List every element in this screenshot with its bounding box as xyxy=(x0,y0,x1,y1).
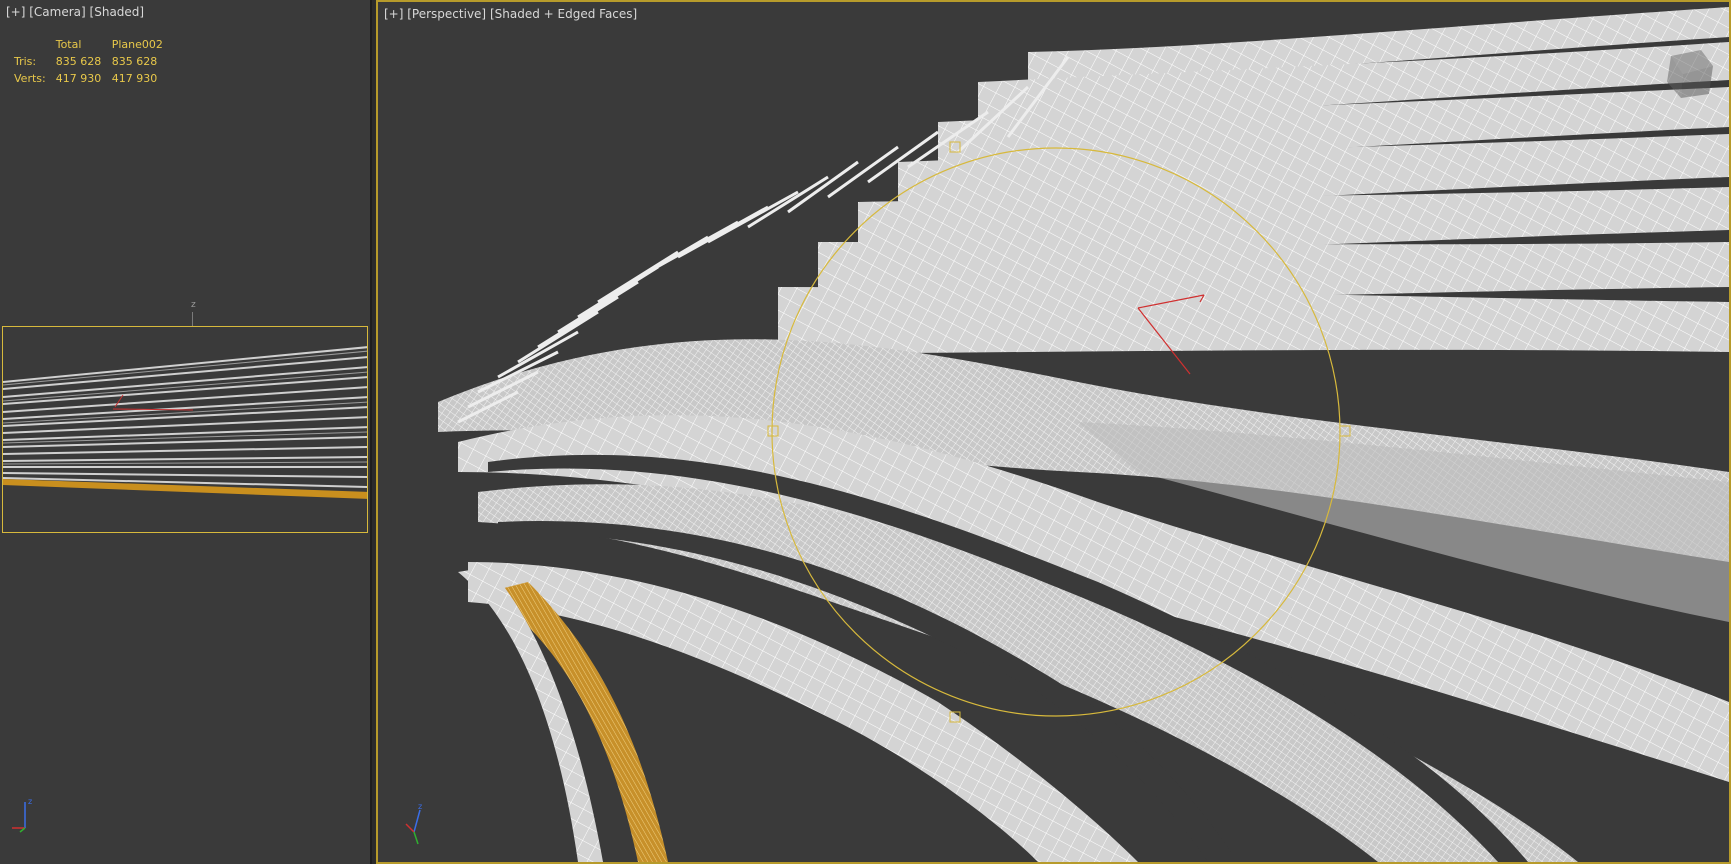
viewport-view-menu[interactable]: [Camera] xyxy=(29,5,85,19)
stats-verts-object: 417 930 xyxy=(111,72,158,85)
camera-z-axis-label: z xyxy=(191,300,196,310)
mesh-ribbons-upper xyxy=(778,7,1729,354)
viewport-menu-plus[interactable]: [+] xyxy=(6,5,25,19)
camera-viewport[interactable]: [+] [Camera] [Shaded] Total Plane002 Tri… xyxy=(0,0,372,864)
stats-verts-label: Verts: xyxy=(14,72,46,85)
perspective-viewport-label: [+] [Perspective] [Shaded + Edged Faces] xyxy=(384,7,637,21)
stats-header-blank xyxy=(14,36,56,53)
stats-tris-label: Tris: xyxy=(14,55,37,68)
perspective-viewport[interactable]: [+] [Perspective] [Shaded + Edged Faces]… xyxy=(376,0,1731,864)
viewcube-icon[interactable] xyxy=(1651,36,1721,106)
stats-verts-total: 417 930 xyxy=(55,72,102,85)
safe-frame xyxy=(2,326,368,533)
camera-viewport-label: [+] [Camera] [Shaded] xyxy=(6,5,144,19)
viewport-menu-plus[interactable]: [+] xyxy=(384,7,403,21)
stats-header-object: Plane002 xyxy=(111,38,163,51)
svg-text:z: z xyxy=(418,802,422,811)
stats-tris-total: 835 628 xyxy=(55,55,102,68)
stats-tris-object: 835 628 xyxy=(111,55,158,68)
stats-header-total: Total xyxy=(55,38,82,51)
viewport-view-menu[interactable]: [Perspective] xyxy=(407,7,486,21)
axis-gizmo-icon: z xyxy=(12,797,32,833)
axis-gizmo-icon: z xyxy=(405,802,422,845)
viewport-shading-menu[interactable]: [Shaded + Edged Faces] xyxy=(490,7,637,21)
camera-mesh-preview xyxy=(3,346,367,499)
svg-text:z: z xyxy=(28,797,32,806)
statistics-overlay: Total Plane002 Tris: 835 628 835 628 Ver… xyxy=(14,36,173,87)
viewport-shading-menu[interactable]: [Shaded] xyxy=(90,5,145,19)
perspective-mesh-render xyxy=(438,7,1729,862)
